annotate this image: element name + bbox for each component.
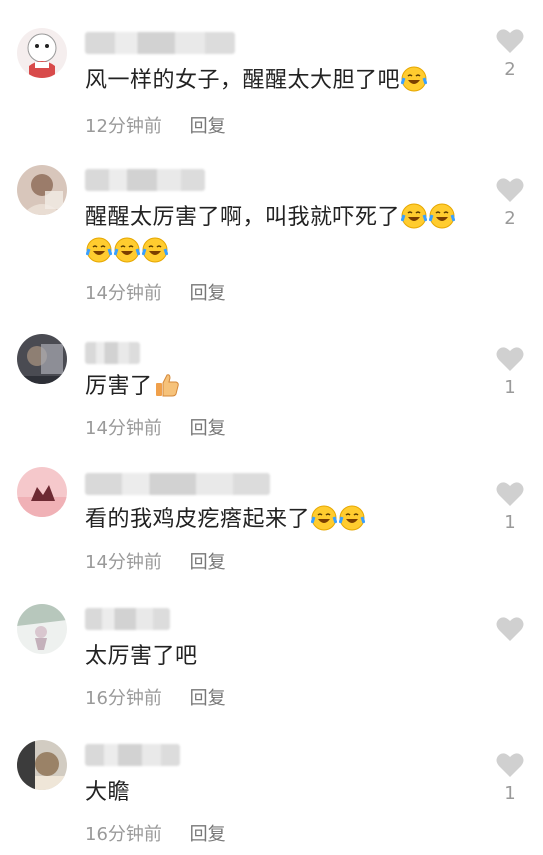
username[interactable]: user xyxy=(85,473,270,495)
comment-meta: 16分钟前 回复 xyxy=(85,820,226,846)
comment-time: 16分钟前 xyxy=(85,824,162,845)
reply-button[interactable]: 回复 xyxy=(190,283,226,304)
laugh-cry-emoji-icon xyxy=(85,237,113,263)
comment-meta: 16分钟前 回复 xyxy=(85,684,226,710)
reply-button[interactable]: 回复 xyxy=(190,824,226,845)
comment-time: 16分钟前 xyxy=(85,688,162,709)
comment-time: 12分钟前 xyxy=(85,116,162,137)
comment-meta: 14分钟前 回复 xyxy=(85,414,226,440)
avatar-image-icon xyxy=(17,604,67,654)
heart-icon xyxy=(496,482,524,506)
avatar-image-icon xyxy=(17,28,67,78)
username[interactable]: user xyxy=(85,608,170,630)
laugh-cry-emoji-icon xyxy=(338,505,366,531)
avatar-image-icon xyxy=(17,467,67,517)
avatar[interactable] xyxy=(17,334,67,384)
heart-icon xyxy=(496,753,524,777)
like-button[interactable]: 1 xyxy=(495,752,525,804)
avatar[interactable] xyxy=(17,165,67,215)
reply-button[interactable]: 回复 xyxy=(190,688,226,709)
username[interactable]: user xyxy=(85,342,140,364)
comment-text: 风一样的女子，醒醒太大胆了吧 xyxy=(85,64,485,98)
avatar[interactable] xyxy=(17,467,67,517)
laugh-cry-emoji-icon xyxy=(400,203,428,229)
like-count: 1 xyxy=(504,512,516,533)
reply-button[interactable]: 回复 xyxy=(190,418,226,439)
comment-text: 太厉害了吧 xyxy=(85,644,198,669)
laugh-cry-emoji-icon xyxy=(400,66,428,92)
comment-text: 看的我鸡皮疙瘩起来了 xyxy=(85,503,485,537)
like-button[interactable]: 1 xyxy=(495,346,525,398)
username[interactable]: user xyxy=(85,169,205,191)
comment-text: 大瞻 xyxy=(85,780,131,805)
heart-icon xyxy=(496,347,524,371)
like-button[interactable]: 2 xyxy=(495,28,525,80)
comment-meta: 14分钟前 回复 xyxy=(85,279,226,305)
laugh-cry-emoji-icon xyxy=(113,237,141,263)
comment-time: 14分钟前 xyxy=(85,418,162,439)
avatar-image-icon xyxy=(17,740,67,790)
avatar-image-icon xyxy=(17,165,67,215)
laugh-cry-emoji-icon xyxy=(310,505,338,531)
like-count: 1 xyxy=(504,783,516,804)
like-button[interactable] xyxy=(495,616,525,648)
comment-meta: 14分钟前 回复 xyxy=(85,548,226,574)
comment-text: 厉害了 xyxy=(85,370,485,404)
username[interactable]: user xyxy=(85,744,180,766)
laugh-cry-emoji-icon xyxy=(428,203,456,229)
heart-icon xyxy=(496,617,524,641)
avatar[interactable] xyxy=(17,28,67,78)
like-count: 2 xyxy=(504,208,516,229)
reply-button[interactable]: 回复 xyxy=(190,552,226,573)
comment-meta: 12分钟前 回复 xyxy=(85,112,226,138)
avatar[interactable] xyxy=(17,740,67,790)
like-count: 2 xyxy=(504,59,516,80)
like-button[interactable]: 1 xyxy=(495,481,525,533)
comment-time: 14分钟前 xyxy=(85,283,162,304)
avatar-image-icon xyxy=(17,334,67,384)
comment-text: 醒醒太厉害了啊，叫我就吓死了 xyxy=(85,201,485,269)
username[interactable]: user xyxy=(85,32,235,54)
thumbs-up-emoji-icon xyxy=(154,372,180,398)
comment-time: 14分钟前 xyxy=(85,552,162,573)
reply-button[interactable]: 回复 xyxy=(190,116,226,137)
like-count: 1 xyxy=(504,377,516,398)
avatar[interactable] xyxy=(17,604,67,654)
laugh-cry-emoji-icon xyxy=(141,237,169,263)
heart-icon xyxy=(496,29,524,53)
heart-icon xyxy=(496,178,524,202)
like-button[interactable]: 2 xyxy=(495,177,525,229)
